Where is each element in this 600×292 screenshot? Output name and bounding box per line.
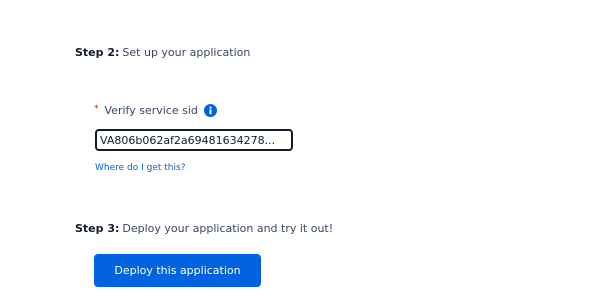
step-2-number: Step 2: — [75, 46, 120, 59]
verify-service-sid-label-row: * Verify service sid — [94, 103, 217, 117]
where-do-i-get-this-link[interactable]: Where do I get this? — [95, 163, 185, 173]
info-icon[interactable] — [203, 103, 217, 117]
step-2-text: Set up your application — [122, 46, 251, 59]
step-3-heading: Step 3: Deploy your application and try i… — [75, 222, 333, 236]
deploy-application-button[interactable]: Deploy this application — [94, 254, 261, 287]
deploy-page: Step 2: Set up your application * Verify … — [0, 0, 600, 292]
required-asterisk: * — [94, 104, 99, 114]
step-3-text: Deploy your application and try it out! — [122, 222, 334, 235]
step-3-number: Step 3: — [75, 222, 120, 235]
step-2-heading: Step 2: Set up your application — [75, 46, 250, 60]
verify-service-sid-input[interactable] — [95, 129, 293, 151]
verify-service-sid-label: Verify service sid — [104, 103, 198, 117]
